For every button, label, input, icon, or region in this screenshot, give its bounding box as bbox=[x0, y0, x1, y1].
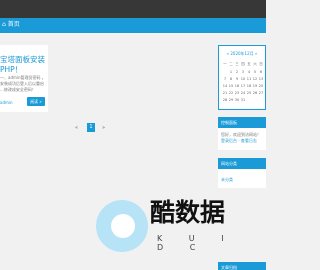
calendar-widget: « 2020年12月 » 一 二 三 四 五 六 日 1 2 3 4 5 6 7… bbox=[218, 45, 266, 110]
post-author[interactable]: admin bbox=[0, 100, 13, 105]
pagination-prev[interactable]: « bbox=[75, 123, 78, 133]
widget-heading: 网站分类 bbox=[218, 158, 266, 169]
top-bar bbox=[0, 0, 266, 18]
post-title[interactable]: 宝塔面板安装 PHP！ bbox=[0, 55, 48, 75]
watermark-subtext: K U I D C bbox=[157, 234, 236, 252]
calendar-grid: 一 二 三 四 五 六 日 1 2 3 4 5 6 7 8 9 10 11 12… bbox=[222, 61, 264, 103]
weekday-label: 日 bbox=[259, 62, 263, 66]
widget-links[interactable]: 登录后台 · 查看日志 bbox=[221, 138, 265, 144]
archive-widget: 文章归档 bbox=[218, 262, 266, 270]
calendar-day bbox=[258, 96, 264, 103]
control-panel-widget: 控制面板 您好，欢迎到访网站！ 登录后台 · 查看日志 bbox=[218, 117, 266, 150]
category-item[interactable]: 未分类 bbox=[221, 177, 265, 183]
nav-home[interactable]: ⌂ 首页 bbox=[2, 21, 20, 29]
watermark-text: 酷数据 bbox=[150, 198, 226, 227]
read-more-button[interactable]: 阅读 » bbox=[27, 97, 45, 106]
post-card: 宝塔面板安装 PHP！ 一、admin管理员密码 。安装成功后登入后以重启 ..… bbox=[0, 45, 48, 112]
category-widget: 网站分类 未分类 bbox=[218, 158, 266, 188]
watermark-logo-center bbox=[111, 214, 135, 238]
calendar-day: 6 bbox=[259, 69, 263, 74]
pagination-current[interactable]: 1 bbox=[87, 123, 95, 132]
pagination-next[interactable]: » bbox=[102, 123, 105, 133]
post-excerpt: 一、admin管理员密码 。安装成功后登入后以重启 ...修改成安全密码！ bbox=[0, 75, 46, 92]
widget-heading: 控制面板 bbox=[218, 117, 266, 128]
calendar-day: 13 bbox=[258, 76, 264, 81]
main-nav: ⌂ 首页 bbox=[0, 18, 266, 33]
calendar-day: 20 bbox=[258, 83, 264, 88]
calendar-day: 27 bbox=[258, 90, 264, 95]
calendar-title[interactable]: « 2020年12月 » bbox=[219, 51, 265, 57]
widget-heading: 文章归档 bbox=[218, 262, 266, 270]
